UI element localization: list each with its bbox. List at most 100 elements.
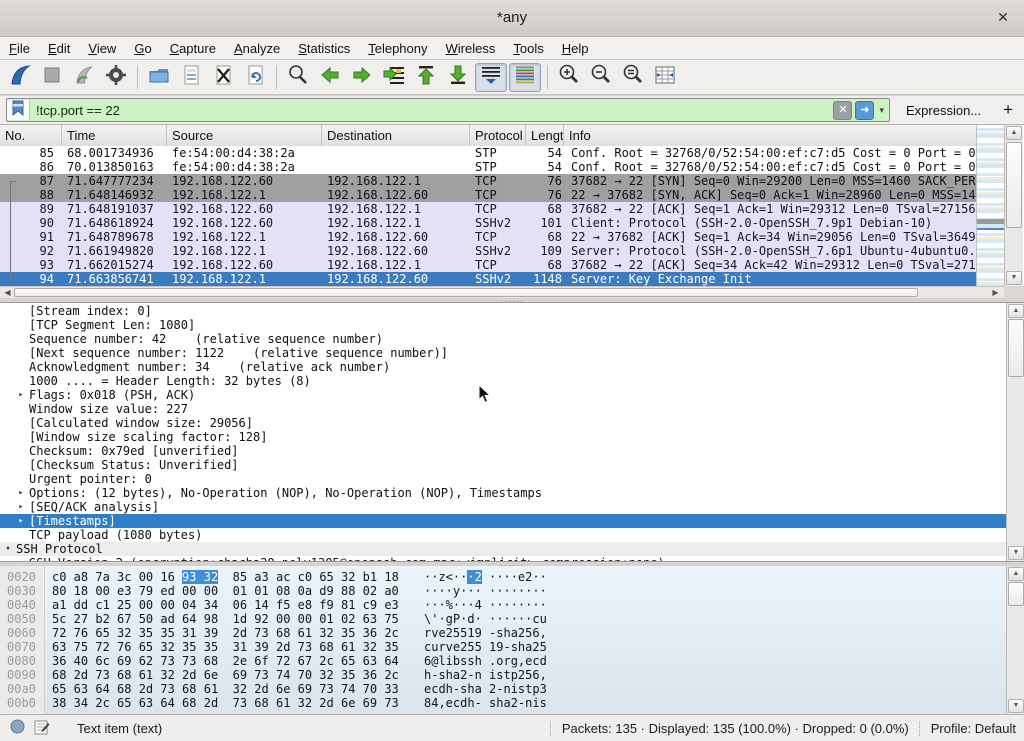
hex-row-0030[interactable]: 003080 18 00 e3 79 ed 00 00 01 01 08 0a … — [0, 584, 547, 598]
scroll-up-arrow[interactable]: ▲ — [1008, 567, 1024, 581]
column-header-protocol[interactable]: Protocol — [470, 125, 526, 146]
packet-row-93[interactable]: 9371.662015274192.168.122.60192.168.122.… — [0, 258, 1004, 272]
packet-row-90[interactable]: 9071.648618924192.168.122.60192.168.122.… — [0, 216, 1004, 230]
close-window-button[interactable]: ✕ — [994, 8, 1012, 26]
packet-row-89[interactable]: 8971.648191037192.168.122.60192.168.122.… — [0, 202, 1004, 216]
scrollbar-thumb[interactable] — [1006, 142, 1022, 228]
go-to-bottom-button[interactable] — [443, 63, 473, 91]
add-filter-button[interactable]: + — [1003, 100, 1013, 120]
filter-history-caret[interactable]: ▾ — [879, 105, 884, 116]
expander-closed-icon[interactable]: ▸ — [13, 486, 29, 500]
hex-row-0020[interactable]: 0020c0 a8 7a 3c 00 16 93 32 85 a3 ac c0 … — [0, 570, 547, 584]
column-header-source[interactable]: Source — [167, 125, 322, 146]
filter-bookmark-button[interactable] — [7, 100, 30, 120]
menu-tools[interactable]: Tools — [504, 39, 552, 58]
packet-row-87[interactable]: 8771.647777234192.168.122.60192.168.122.… — [0, 174, 1004, 188]
expander-closed-icon[interactable]: ▸ — [13, 514, 29, 528]
menu-wireless[interactable]: Wireless — [437, 39, 505, 58]
column-header-length[interactable]: Length — [526, 125, 564, 146]
colorize-toggle[interactable] — [509, 63, 541, 92]
hex-row-0090[interactable]: 009068 2d 73 68 61 32 2d 6e 69 73 74 70 … — [0, 668, 547, 682]
bytes-vscrollbar[interactable]: ▲ ▼ — [1006, 566, 1024, 714]
column-header-no[interactable]: No. — [0, 125, 62, 146]
menu-capture[interactable]: Capture — [161, 39, 225, 58]
expression-button[interactable]: Expression... — [906, 103, 981, 118]
column-header-info[interactable]: Info — [564, 125, 1004, 146]
scroll-up-arrow[interactable]: ▲ — [1008, 304, 1024, 318]
column-header-time[interactable]: Time — [62, 125, 167, 146]
scroll-down-arrow[interactable]: ▼ — [1008, 546, 1024, 560]
capture-comment-icon[interactable] — [34, 719, 50, 738]
zoom-reset-button[interactable] — [618, 63, 648, 91]
find-packet-button[interactable] — [283, 63, 313, 91]
filter-input[interactable] — [30, 101, 833, 119]
detail-row[interactable]: Urgent pointer: 0 — [0, 472, 1006, 486]
menu-edit[interactable]: Edit — [39, 39, 79, 58]
detail-row[interactable]: ▸[SEQ/ACK analysis] — [0, 500, 1006, 514]
detail-row[interactable]: 1000 .... = Header Length: 32 bytes (8) — [0, 374, 1006, 388]
hex-row-0080[interactable]: 008036 40 6c 69 62 73 73 68 2e 6f 72 67 … — [0, 654, 547, 668]
menu-go[interactable]: Go — [125, 39, 160, 58]
go-to-packet-button[interactable] — [379, 63, 409, 91]
scroll-up-arrow[interactable]: ▲ — [1006, 126, 1022, 140]
auto-scroll-toggle[interactable] — [475, 63, 507, 92]
packet-row-88[interactable]: 8871.648146932192.168.122.1192.168.122.6… — [0, 188, 1004, 202]
hex-row-0050[interactable]: 00505c 27 b2 67 50 ad 64 98 1d 92 00 00 … — [0, 612, 547, 626]
start-capture-button[interactable] — [5, 63, 35, 91]
menu-help[interactable]: Help — [553, 39, 598, 58]
packet-row-85[interactable]: 8568.001734936fe:54:00:d4:38:2aSTP54Conf… — [0, 146, 1004, 160]
save-file-button[interactable] — [176, 63, 206, 91]
scroll-left-arrow[interactable]: ◀ — [1, 287, 14, 298]
detail-row[interactable]: ▸Options: (12 bytes), No-Operation (NOP)… — [0, 486, 1006, 500]
menu-file[interactable]: File — [0, 39, 39, 58]
status-profile[interactable]: Profile: Default — [931, 721, 1016, 736]
packet-row-94[interactable]: 9471.663856741192.168.122.1192.168.122.6… — [0, 272, 1004, 286]
detail-row[interactable]: ▾SSH Protocol — [0, 542, 1006, 556]
hex-row-00a0[interactable]: 00a065 63 64 68 2d 73 68 61 32 2d 6e 69 … — [0, 682, 547, 696]
detail-row[interactable]: [Calculated window size: 29056] — [0, 416, 1006, 430]
minimap-thumb[interactable] — [977, 219, 1005, 224]
filter-apply-button[interactable]: ➜ — [855, 101, 874, 120]
scroll-right-arrow[interactable]: ▶ — [989, 287, 1002, 298]
packet-row-91[interactable]: 9171.648789678192.168.122.1192.168.122.6… — [0, 230, 1004, 244]
hex-row-0070[interactable]: 007063 75 72 76 65 32 35 35 31 39 2d 73 … — [0, 640, 547, 654]
detail-row[interactable]: ▸[Timestamps] — [0, 514, 1006, 528]
filter-clear-button[interactable]: ✕ — [833, 101, 852, 120]
scroll-down-arrow[interactable]: ▼ — [1006, 271, 1022, 285]
stop-capture-button[interactable] — [37, 63, 67, 91]
hscrollbar-thumb[interactable] — [14, 288, 918, 297]
menu-statistics[interactable]: Statistics — [289, 39, 359, 58]
column-header-destination[interactable]: Destination — [322, 125, 470, 146]
detail-row[interactable]: [Checksum Status: Unverified] — [0, 458, 1006, 472]
scrollbar-thumb[interactable] — [1008, 582, 1024, 606]
packet-list-vscrollbar[interactable]: ▲ ▼ — [1004, 125, 1023, 286]
hex-row-0040[interactable]: 0040a1 dd c1 25 00 00 04 34 06 14 f5 e8 … — [0, 598, 547, 612]
detail-row[interactable]: Checksum: 0x79ed [unverified] — [0, 444, 1006, 458]
scrollbar-thumb[interactable] — [1008, 319, 1024, 377]
go-back-button[interactable] — [315, 63, 345, 91]
detail-row[interactable]: [Stream index: 0] — [0, 304, 1006, 318]
resize-columns-button[interactable] — [650, 63, 680, 91]
restart-capture-button[interactable] — [69, 63, 99, 91]
menu-analyze[interactable]: Analyze — [225, 39, 289, 58]
open-file-button[interactable] — [144, 63, 174, 91]
detail-row[interactable]: [TCP Segment Len: 1080] — [0, 318, 1006, 332]
detail-row[interactable]: Acknowledgment number: 34 (relative ack … — [0, 360, 1006, 374]
detail-row[interactable]: Window size value: 227 — [0, 402, 1006, 416]
hex-row-0060[interactable]: 006072 76 65 32 35 35 31 39 2d 73 68 61 … — [0, 626, 547, 640]
go-forward-button[interactable] — [347, 63, 377, 91]
packet-row-92[interactable]: 9271.661949820192.168.122.1192.168.122.6… — [0, 244, 1004, 258]
expander-closed-icon[interactable]: ▸ — [13, 500, 29, 514]
zoom-out-button[interactable] — [586, 63, 616, 91]
packet-row-86[interactable]: 8670.013850163fe:54:00:d4:38:2aSTP54Conf… — [0, 160, 1004, 174]
expander-open-icon[interactable]: ▾ — [0, 542, 16, 556]
intelligent-scrollbar-minimap[interactable] — [976, 125, 1005, 286]
capture-options-button[interactable] — [101, 63, 131, 91]
detail-row[interactable]: Sequence number: 42 (relative sequence n… — [0, 332, 1006, 346]
reload-file-button[interactable] — [240, 63, 270, 91]
expert-info-icon[interactable] — [10, 719, 25, 737]
details-vscrollbar[interactable]: ▲ ▼ — [1006, 303, 1024, 561]
detail-row[interactable]: TCP payload (1080 bytes) — [0, 528, 1006, 542]
menu-view[interactable]: View — [79, 39, 125, 58]
detail-row[interactable]: [Next sequence number: 1122 (relative se… — [0, 346, 1006, 360]
